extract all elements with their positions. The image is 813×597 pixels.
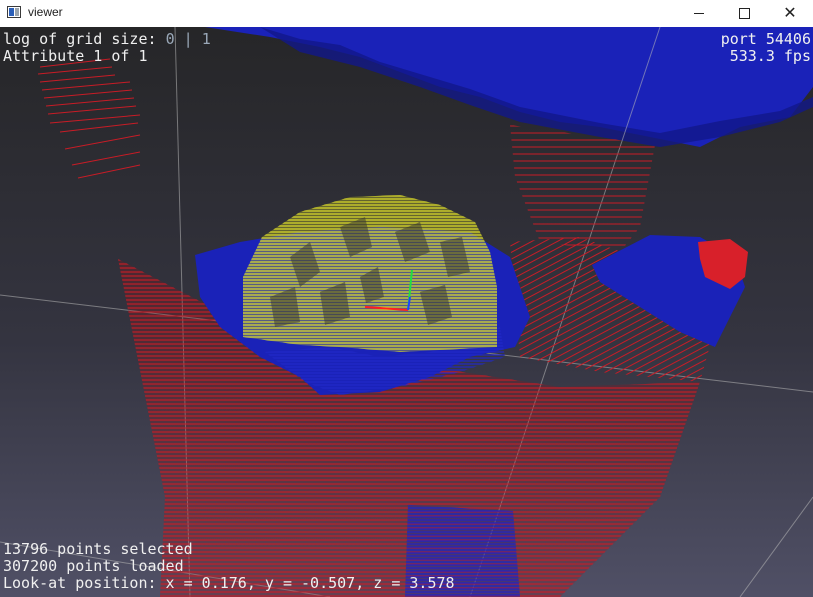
grid-size-value-1: 1 xyxy=(201,30,211,48)
close-icon: ✕ xyxy=(783,3,797,22)
grid-size-separator: | xyxy=(174,30,202,48)
close-button[interactable]: ✕ xyxy=(767,0,813,26)
app-window-icon xyxy=(7,6,21,18)
maximize-button[interactable] xyxy=(721,0,767,26)
viewer-window: viewer ✕ log of grid size: 0 | 1 Attribu… xyxy=(0,0,813,597)
port-readout: port 54406 xyxy=(720,30,811,48)
hud-bottom-left: 13796 points selected 307200 points load… xyxy=(3,541,455,592)
hud-top-left: log of grid size: 0 | 1 Attribute 1 of 1 xyxy=(3,31,211,65)
grid-size-value-0: 0 xyxy=(165,30,175,48)
fps-readout: 533.3 fps xyxy=(729,47,811,65)
points-loaded-readout: 307200 points loaded xyxy=(3,557,184,575)
maximize-icon xyxy=(738,7,750,19)
point-cloud-scene[interactable] xyxy=(0,27,813,597)
minimize-button[interactable] xyxy=(676,0,722,26)
window-title: viewer xyxy=(28,5,63,19)
minimize-icon xyxy=(694,12,704,14)
look-at-readout: Look-at position: x = 0.176, y = -0.507,… xyxy=(3,574,455,592)
3d-viewport[interactable]: log of grid size: 0 | 1 Attribute 1 of 1… xyxy=(0,27,813,597)
grid-size-label: log of grid size: xyxy=(3,30,166,48)
hud-top-right: port 54406 533.3 fps xyxy=(721,31,811,65)
attribute-indicator: Attribute 1 of 1 xyxy=(3,47,148,65)
title-bar[interactable]: viewer ✕ xyxy=(0,0,813,26)
points-selected-readout: 13796 points selected xyxy=(3,540,193,558)
